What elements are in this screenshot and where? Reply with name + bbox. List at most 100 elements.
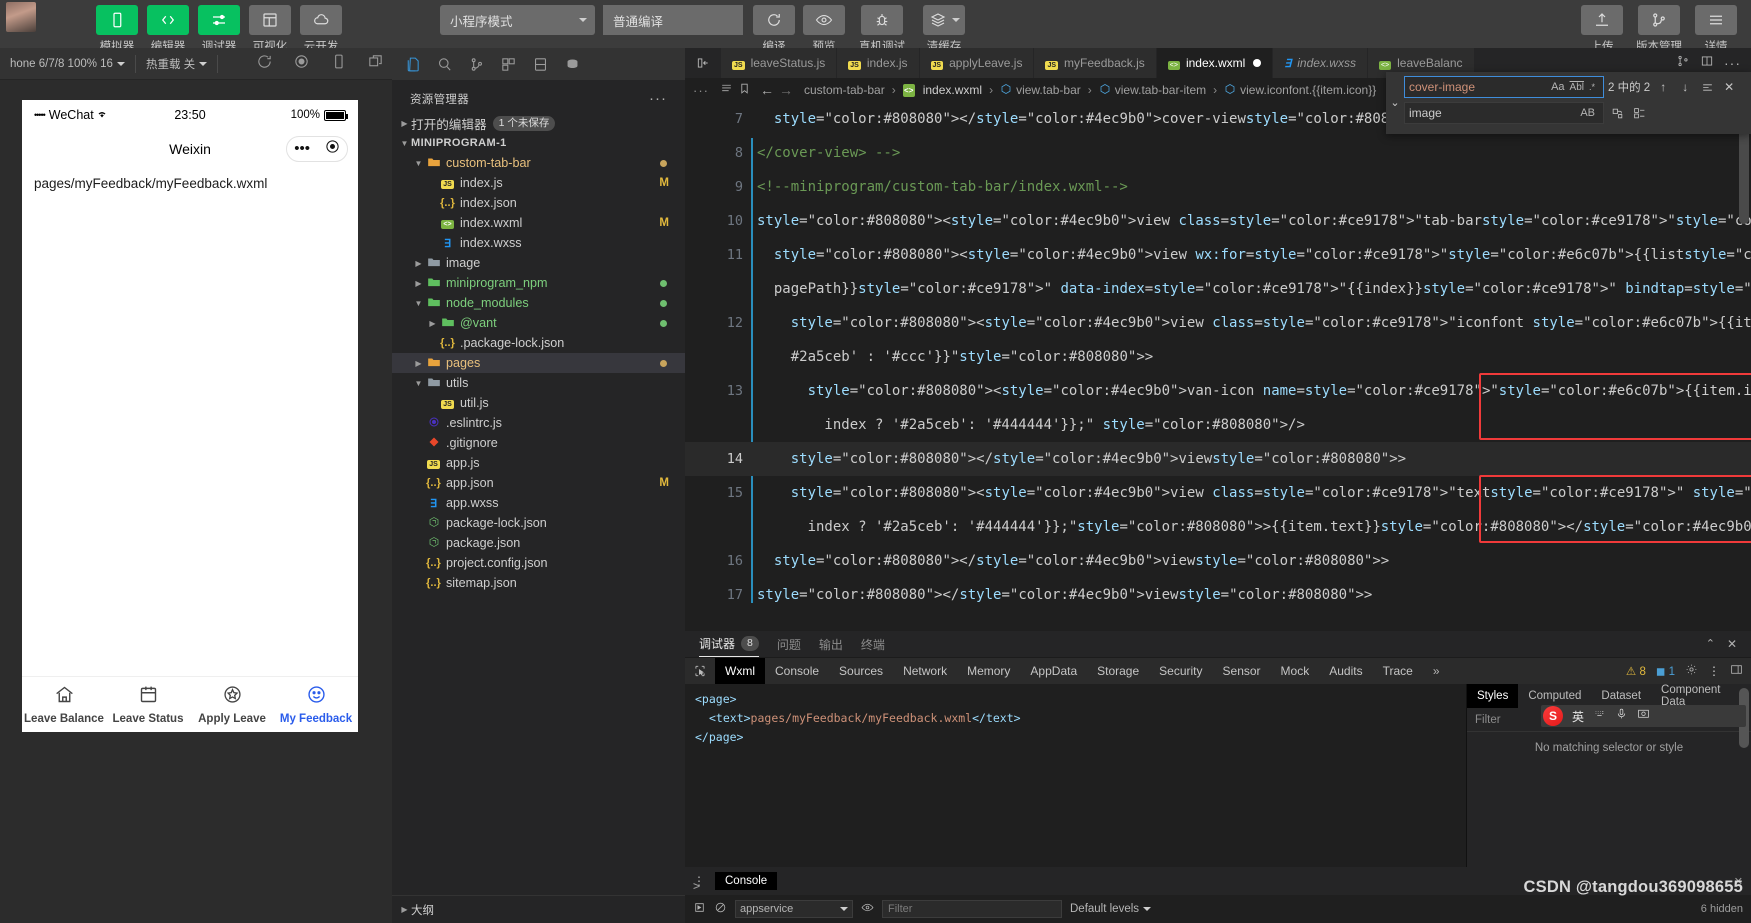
debug-icon[interactable] [526, 51, 554, 77]
code-line[interactable]: style="color:#808080"></style="color:#4e… [757, 544, 1751, 578]
outline-list-icon[interactable] [720, 82, 733, 98]
debugger-tab-debugger[interactable]: 调试器 8 [699, 631, 759, 657]
toolbar-button-preview[interactable]: 预览 [801, 0, 847, 54]
tree-item[interactable]: <> index.wxml M [392, 213, 685, 233]
chevron-right-icon[interactable]: ▶ [412, 359, 425, 368]
open-editors-row[interactable]: ▶ 打开的编辑器 1 个未保存 [392, 113, 685, 133]
console-levels-select[interactable]: Default levels [1070, 903, 1152, 915]
clear-icon[interactable] [714, 901, 727, 917]
cloud-db-icon[interactable] [558, 51, 586, 77]
breadcrumb-item-symbol-1[interactable]: view.tab-bar [1000, 83, 1081, 98]
code-line[interactable]: index ? '#2a5ceb': '#444444'}};"style="c… [757, 510, 1751, 544]
tree-item[interactable]: ▶ image [392, 253, 685, 273]
project-root-row[interactable]: ▼ MINIPROGRAM-1 [392, 133, 685, 153]
debugger-tab-terminal[interactable]: 终端 [861, 631, 885, 657]
arrow-up-icon[interactable]: ↑ [1654, 78, 1672, 96]
tree-item[interactable]: ▶ @vant [392, 313, 685, 333]
toolbar-button-version[interactable]: 版本管理 [1630, 0, 1688, 54]
console-context-select[interactable]: appservice [735, 900, 853, 918]
toolbar-button-editor[interactable]: 编辑器 [145, 0, 191, 54]
tree-item[interactable]: package.json [392, 533, 685, 553]
devtools-tab-trace[interactable]: Trace [1373, 658, 1423, 685]
avatar[interactable] [6, 2, 36, 32]
code-line[interactable]: <!--miniprogram/custom-tab-bar/index.wxm… [757, 170, 1751, 204]
device-select[interactable]: hone 6/7/8 100% 16 [0, 48, 135, 80]
code-line[interactable]: </cover-view> --> [757, 136, 1751, 170]
devtools-tab-audits[interactable]: Audits [1319, 658, 1372, 685]
debugger-tab-problems[interactable]: 问题 [777, 631, 801, 657]
eye-icon[interactable] [861, 901, 874, 917]
debugger-tab-output[interactable]: 输出 [819, 631, 843, 657]
mic-icon[interactable] [1615, 707, 1628, 725]
mode-select[interactable]: 小程序模式 [440, 5, 595, 35]
dock-icon[interactable] [1730, 663, 1743, 679]
chevron-down-icon[interactable]: ▼ [412, 159, 425, 168]
tree-item[interactable]: ▼ node_modules [392, 293, 685, 313]
replace-icon[interactable] [1608, 104, 1626, 122]
keyboard-icon[interactable] [1593, 707, 1606, 725]
tree-item[interactable]: .gitignore [392, 433, 685, 453]
phone-tab-my-feedback[interactable]: My Feedback [274, 677, 358, 732]
toolbar-button-debugger[interactable]: 调试器 [196, 0, 242, 54]
toolbar-button-simulator[interactable]: 模拟器 [94, 0, 140, 54]
chevron-right-icon[interactable]: ▶ [426, 319, 439, 328]
breadcrumb-item-folder[interactable]: custom-tab-bar [804, 83, 885, 97]
editor-tab[interactable]: ∃ index.wxss [1273, 48, 1368, 78]
devtools-tab-console[interactable]: Console [765, 658, 829, 685]
regex-icon[interactable]: .* [1589, 82, 1595, 92]
phone-tab-leave-status[interactable]: Leave Status [106, 677, 190, 732]
code-line[interactable]: style="color:#808080"></style="color:#4e… [757, 442, 1751, 476]
console-tab[interactable]: Console [715, 872, 778, 890]
devtools-more-icon[interactable]: » [1423, 658, 1450, 685]
tree-item[interactable]: ▼ utils [392, 373, 685, 393]
run-icon[interactable] [693, 901, 706, 917]
tree-item[interactable]: JS app.js [392, 453, 685, 473]
tree-item[interactable]: ∃ index.wxss [392, 233, 685, 253]
editor-tab[interactable]: JS leaveStatus.js [721, 48, 838, 78]
layout-icon[interactable] [1700, 54, 1714, 73]
wxml-tree[interactable]: <page> <text>pages/myFeedback/myFeedback… [685, 684, 1749, 867]
chevron-right-icon[interactable]: ▶ [412, 259, 425, 268]
inspect-element-icon[interactable] [685, 664, 715, 678]
chevron-right-icon[interactable]: ▶ [412, 279, 425, 288]
gear-icon[interactable] [1685, 663, 1698, 679]
tree-item[interactable]: ▶ miniprogram_npm [392, 273, 685, 293]
devtools-tab-network[interactable]: Network [893, 658, 957, 685]
code-line[interactable]: style="color:#808080"></style="color:#4e… [757, 578, 1751, 612]
error-count[interactable]: ◼ 1 [1656, 664, 1675, 678]
tree-item[interactable]: {..} app.json M [392, 473, 685, 493]
phone-tab-leave-balance[interactable]: Leave Balance [22, 677, 106, 732]
outline-section[interactable]: ▶ 大纲 [392, 895, 685, 923]
more-icon[interactable]: ··· [693, 83, 709, 98]
find-input[interactable]: cover-image Aa Abl .* [1404, 76, 1604, 98]
sogou-logo-icon[interactable]: S [1543, 706, 1563, 726]
toolbar-button-detail[interactable]: 详情 [1693, 0, 1739, 54]
ime-language-label[interactable]: 英 [1572, 708, 1584, 725]
breadcrumb-item-file[interactable]: <> index.wxml [902, 83, 982, 97]
bookmark-icon[interactable] [738, 82, 751, 98]
warning-count[interactable]: ⚠ 8 [1626, 664, 1646, 678]
record-icon[interactable] [293, 53, 310, 75]
devtools-tab-security[interactable]: Security [1149, 658, 1212, 685]
editor-tab[interactable]: <> index.wxml [1156, 48, 1274, 78]
close-icon[interactable]: ✕ [1727, 637, 1737, 651]
breadcrumb-item-symbol-2[interactable]: view.tab-bar-item [1099, 83, 1206, 98]
screenshot-icon[interactable] [1637, 707, 1650, 725]
tree-item[interactable]: JS index.js M [392, 173, 685, 193]
toolbar-button-compile[interactable]: 编译 [751, 0, 797, 54]
tree-item[interactable]: {..} .package-lock.json [392, 333, 685, 353]
window-icon[interactable] [367, 53, 384, 75]
replace-input[interactable]: image AB [1404, 102, 1604, 124]
replace-all-icon[interactable] [1630, 104, 1648, 122]
toggle-sidebar-icon[interactable] [685, 48, 721, 78]
devtools-tab-wxml[interactable]: Wxml [715, 657, 765, 685]
arrow-down-icon[interactable]: ↓ [1676, 78, 1694, 96]
toolbar-button-realdevice[interactable]: 真机调试 [851, 0, 913, 54]
more-icon[interactable]: ··· [649, 90, 667, 107]
code-line[interactable]: style="color:#808080"><style="color:#4ec… [757, 238, 1751, 272]
rotate-icon[interactable] [256, 53, 273, 75]
console-filter-input[interactable]: Filter [882, 900, 1062, 918]
hotreload-select[interactable]: 热重载 关 [136, 48, 217, 80]
unsaved-dot-icon[interactable] [1253, 59, 1262, 67]
devtools-tab-sensor[interactable]: Sensor [1213, 658, 1271, 685]
